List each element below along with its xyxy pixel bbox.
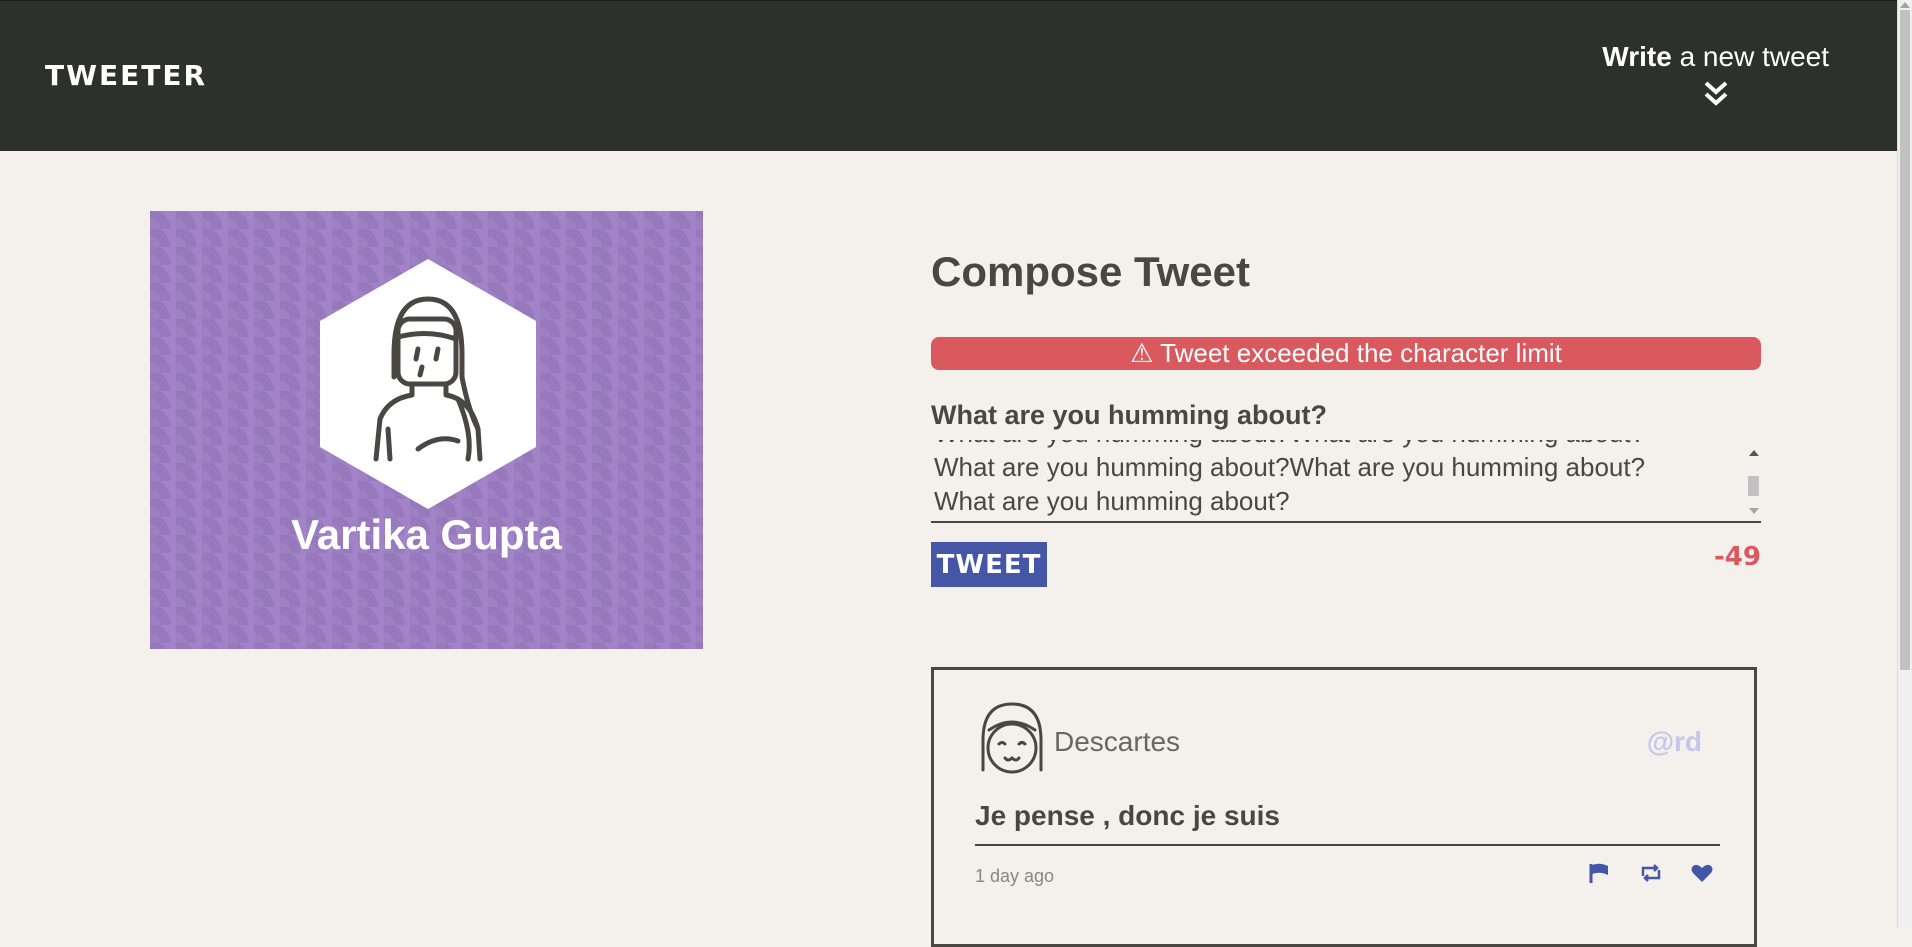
top-nav: TWEETER Write a new tweet	[0, 0, 1898, 151]
tweet-handle: @rd	[1646, 726, 1702, 757]
write-new-tweet-toggle[interactable]: Write a new tweet	[1602, 41, 1829, 109]
tweet-content: Je pense , donc je suis	[975, 800, 1720, 846]
heart-icon[interactable]	[1690, 862, 1718, 886]
scroll-down-arrow-icon[interactable]	[1749, 508, 1759, 514]
tweet-actions	[1570, 862, 1718, 888]
tweet-button[interactable]: TWEET	[931, 542, 1047, 587]
tweet-textarea[interactable]: What are you humming about?What are you …	[931, 440, 1761, 523]
char-counter: -49	[1714, 542, 1761, 572]
textarea-scroll-thumb[interactable]	[1748, 476, 1759, 496]
write-rest-label: a new tweet	[1671, 41, 1829, 72]
tweet-prompt-label: What are you humming about?	[931, 400, 1327, 430]
girl-avatar-icon	[320, 259, 536, 509]
error-message: ⚠ Tweet exceeded the character limit	[931, 337, 1761, 370]
text-line: What are you humming about?What are you …	[934, 452, 1646, 482]
profile-name: Vartika Gupta	[291, 511, 562, 558]
tweet-text-content[interactable]: What are you humming about?What are you …	[934, 440, 1734, 521]
text-line: What are you humming about?	[934, 486, 1290, 516]
page-scrollbar[interactable]	[1897, 0, 1912, 928]
tweet-timestamp: 1 day ago	[975, 866, 1055, 886]
scroll-up-arrow-icon[interactable]	[1900, 2, 1910, 8]
tweet-card: Descartes @rd Je pense , donc je suis 1 …	[931, 667, 1757, 947]
textarea-scrollbar[interactable]	[1745, 448, 1761, 518]
compose-title: Compose Tweet	[931, 248, 1250, 295]
flag-icon[interactable]	[1588, 862, 1616, 886]
profile-card: Vartika Gupta	[150, 211, 703, 649]
write-bold-label: Write	[1602, 41, 1672, 72]
double-chevron-down-icon	[1704, 81, 1727, 106]
tweet-author: Descartes	[1054, 726, 1181, 757]
retweet-icon[interactable]	[1639, 862, 1667, 886]
scroll-up-arrow-icon[interactable]	[1749, 450, 1759, 456]
text-line: What are you humming about?What are you …	[934, 440, 1734, 450]
brand-logo[interactable]: TWEETER	[45, 59, 207, 92]
scrollbar-thumb[interactable]	[1900, 10, 1910, 670]
smiling-girl-avatar-icon	[981, 702, 1043, 774]
